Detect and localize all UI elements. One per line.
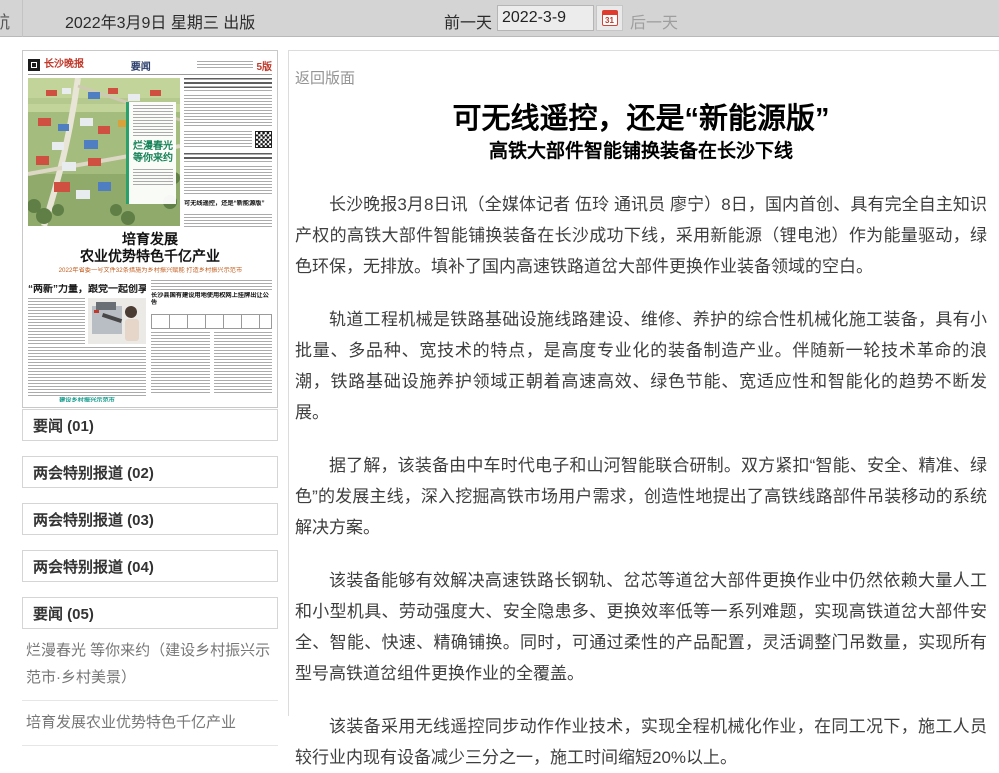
back-to-page-link[interactable]: 返回版面 [295, 67, 355, 88]
article-body: 长沙晚报3月8日讯（全媒体记者 伍玲 通讯员 廖宁）8日，国内首创、具有完全自主… [295, 189, 987, 773]
photo-card-title-line2: 等你来约 [133, 153, 173, 164]
thumbnail-notice-block: 长沙县国有建设用地使用权网上挂牌出让公告 [151, 280, 272, 405]
article-link-peiyu-fazhan[interactable]: 培育发展农业优势特色千亿产业 [22, 701, 278, 746]
topbar-divider [22, 0, 23, 37]
micro-text-lines [151, 332, 210, 394]
article-title: 可无线遥控，还是“新能源版” [295, 102, 987, 136]
page-thumbnail[interactable]: 长沙晚报 要闻 5版 [22, 50, 278, 408]
thumbnail-main-headline-2: 农业优势特色千亿产业 [28, 248, 272, 265]
sidebar-section-yaowen-05[interactable]: 要闻 (05) [22, 597, 278, 629]
page-section-list: 要闻 (01) 两会特别报道 (02) 两会特别报道 (03) 两会特别报道 (… [22, 409, 278, 746]
newspaper-brand: 长沙晚报 [44, 59, 84, 71]
sidebar-section-lianghui-03[interactable]: 两会特别报道 (03) [22, 503, 278, 535]
sidebar: 长沙晚报 要闻 5版 [22, 50, 278, 746]
section-label: 两会特别报道 (03) [33, 509, 154, 530]
section-label: 两会特别报道 (02) [33, 462, 154, 483]
calendar-icon: 31 [602, 10, 618, 26]
article-paragraph: 轨道工程机械是铁路基础设施线路建设、维修、养护的综合性机械化施工装备，具有小批量… [295, 304, 987, 428]
article-paragraph: 长沙晚报3月8日讯（全媒体记者 伍玲 通讯员 廖宁）8日，国内首创、具有完全自主… [295, 189, 987, 282]
micro-text-lines [184, 166, 272, 196]
article-paragraph: 该装备采用无线遥控同步动作作业技术，实现全程机械化作业，在同工况下，施工人员较行… [295, 711, 987, 773]
thumbnail-notice-headline: 长沙县国有建设用地使用权网上挂牌出让公告 [151, 292, 272, 304]
thumbnail-right-column: 可无线遥控，还是“新能源版” [184, 78, 272, 228]
notice-table [151, 314, 272, 329]
calendar-day-number: 31 [605, 16, 614, 25]
thumbnail-body: 烂漫春光 等你来约 可无线遥控，还是“新能源版” [28, 75, 272, 405]
prev-day-link[interactable]: 前一天 [444, 9, 492, 33]
micro-text-lines [184, 95, 272, 127]
micro-headline-lines [184, 78, 272, 91]
micro-text-lines [133, 169, 173, 187]
photo-card-title-line1: 烂漫春光 [133, 141, 173, 152]
micro-text-lines [197, 61, 253, 69]
qr-code-icon [255, 131, 272, 148]
thumbnail-sub-headline: 2022年省委一号文件32条措施为乡村振兴赋能 打造乡村振兴示范市 [28, 267, 272, 273]
publish-date-label: 2022年3月9日 星期三 出版 [65, 9, 255, 33]
sidebar-section-lianghui-04[interactable]: 两会特别报道 (04) [22, 550, 278, 582]
worker-photo [88, 298, 146, 344]
thumbnail-footer-logo: 建设乡村振兴示范市 [28, 397, 146, 402]
micro-text-lines [28, 347, 146, 397]
thumbnail-current-article-headline: 可无线遥控，还是“新能源版” [184, 200, 272, 206]
newspaper-logo-icon [28, 59, 40, 71]
article-subtitle: 高铁大部件智能铺换装备在长沙下线 [295, 140, 987, 164]
article-paragraph: 据了解，该装备由中车时代电子和山河智能联合研制。双方紧扣“智能、安全、精准、绿色… [295, 450, 987, 543]
photo-inset-card: 烂漫春光 等你来约 [126, 102, 176, 204]
thumbnail-section-label: 要闻 [131, 58, 151, 73]
article-paragraph: 该装备能够有效解决高速铁路长钢轨、岔芯等道岔大部件更换作业中仍然依赖大量人工和小… [295, 565, 987, 689]
thumbnail-left-article: “两新”力量，跟党一起创享幸福 [28, 280, 146, 405]
next-day-link[interactable]: 后一天 [630, 9, 678, 33]
sidebar-section-lianghui-02[interactable]: 两会特别报道 (02) [22, 456, 278, 488]
photo-card-title: 烂漫春光 等你来约 [133, 141, 173, 165]
date-input[interactable] [497, 5, 594, 31]
section-label: 要闻 (05) [33, 603, 94, 624]
aerial-photo: 烂漫春光 等你来约 [28, 78, 180, 226]
top-bar: 航 2022年3月9日 星期三 出版 前一天 31 后一天 [0, 0, 999, 37]
sidebar-section-yaowen-01[interactable]: 要闻 (01) [22, 409, 278, 441]
article-link-lanman-chunguang[interactable]: 烂漫春光 等你来约（建设乡村振兴示范市·乡村美景） [22, 629, 278, 701]
calendar-button[interactable]: 31 [596, 5, 623, 31]
micro-text-lines [133, 105, 173, 137]
thumbnail-masthead-meta: 5版 [197, 58, 272, 73]
micro-text-lines [28, 298, 85, 344]
thumbnail-masthead: 长沙晚报 要闻 5版 [28, 56, 272, 75]
page-number-label: 5版 [256, 58, 272, 73]
micro-text-lines [214, 332, 273, 394]
micro-text-lines [184, 131, 252, 149]
micro-text-lines [184, 214, 272, 228]
micro-headline-lines [184, 153, 272, 162]
nav-fragment-label: 航 [0, 8, 10, 33]
thumbnail-main-headline-1: 培育发展 [28, 231, 272, 248]
thumbnail-second-headline: “两新”力量，跟党一起创享幸福 [28, 284, 146, 296]
micro-text-lines [151, 280, 272, 292]
article-panel: 返回版面 可无线遥控，还是“新能源版” 高铁大部件智能铺换装备在长沙下线 长沙晚… [288, 50, 999, 716]
section-label: 要闻 (01) [33, 415, 94, 436]
section-label: 两会特别报道 (04) [33, 556, 154, 577]
